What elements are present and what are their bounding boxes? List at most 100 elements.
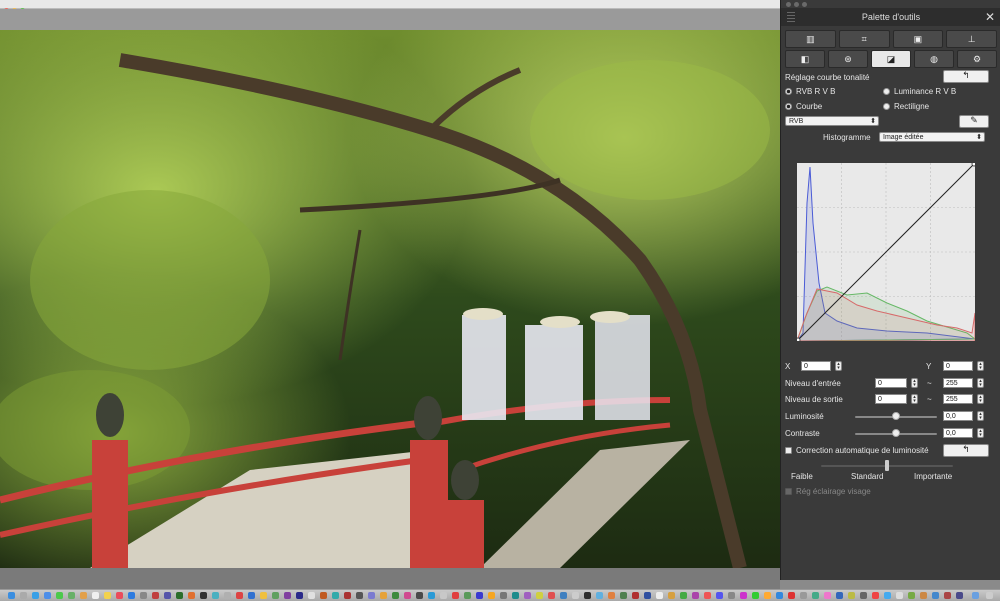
app-icon[interactable]: [776, 592, 783, 599]
app-icon[interactable]: [632, 592, 639, 599]
tool-tab-film[interactable]: ▥: [785, 30, 836, 48]
palette-traffic-lights[interactable]: [786, 0, 810, 7]
app-icon[interactable]: [848, 592, 855, 599]
app-icon[interactable]: [344, 592, 351, 599]
tool-tab-color[interactable]: ◍: [914, 50, 954, 68]
brightness-stepper[interactable]: ▴ ▾: [977, 411, 984, 421]
eyedropper-button[interactable]: ✎: [959, 115, 989, 128]
tool-tab-curve[interactable]: ◪: [871, 50, 911, 68]
output-level-low-stepper[interactable]: ▴ ▾: [911, 394, 918, 404]
music-icon[interactable]: [116, 592, 123, 599]
tool-tab-lens[interactable]: ⊛: [828, 50, 868, 68]
app-icon[interactable]: [332, 592, 339, 599]
app-icon[interactable]: [932, 592, 939, 599]
settings-icon[interactable]: [140, 592, 147, 599]
auto-strength-knob[interactable]: [885, 460, 889, 471]
app-icon[interactable]: [260, 592, 267, 599]
app-icon[interactable]: [716, 592, 723, 599]
app-icon[interactable]: [476, 592, 483, 599]
x-stepper[interactable]: ▴ ▾: [835, 361, 842, 371]
app-icon[interactable]: [704, 592, 711, 599]
app-icon[interactable]: [920, 592, 927, 599]
app-icon[interactable]: [320, 592, 327, 599]
y-field[interactable]: 0: [943, 361, 973, 371]
app-icon[interactable]: [680, 592, 687, 599]
app-icon[interactable]: [212, 592, 219, 599]
app-icon[interactable]: [536, 592, 543, 599]
auto-brightness-checkbox[interactable]: [785, 447, 792, 454]
app-icon[interactable]: [656, 592, 663, 599]
radio-linear[interactable]: Rectiligne: [883, 102, 929, 111]
app-icon[interactable]: [800, 592, 807, 599]
notes-icon[interactable]: [104, 592, 111, 599]
reset-curve-button[interactable]: ↰: [943, 70, 989, 83]
app-icon[interactable]: [464, 592, 471, 599]
app-icon[interactable]: [200, 592, 207, 599]
brightness-slider-knob[interactable]: [892, 412, 900, 420]
input-level-low-field[interactable]: 0: [875, 378, 907, 388]
channel-select[interactable]: RVB: [785, 116, 879, 127]
palette-titlebar[interactable]: Palette d'outils ✕: [781, 8, 1000, 26]
app-icon[interactable]: [956, 592, 963, 599]
app-icon[interactable]: [548, 592, 555, 599]
app-icon[interactable]: [908, 592, 915, 599]
app-icon[interactable]: [584, 592, 591, 599]
app-icon[interactable]: [284, 592, 291, 599]
app-icon[interactable]: [272, 592, 279, 599]
tool-tab-stamp[interactable]: ⊥: [946, 30, 997, 48]
app-icon[interactable]: [896, 592, 903, 599]
app-icon[interactable]: [524, 592, 531, 599]
app-icon[interactable]: [836, 592, 843, 599]
app-icon[interactable]: [428, 592, 435, 599]
app-icon[interactable]: [164, 592, 171, 599]
app-icon[interactable]: [152, 592, 159, 599]
app-icon[interactable]: [572, 592, 579, 599]
photo-canvas[interactable]: [0, 30, 780, 568]
output-level-high-stepper[interactable]: ▴ ▾: [977, 394, 984, 404]
app-icon[interactable]: [824, 592, 831, 599]
histogram-select[interactable]: Image éditée: [879, 132, 985, 143]
tone-curve-editor[interactable]: [795, 161, 977, 343]
downloads-icon[interactable]: [972, 592, 979, 599]
finder-icon[interactable]: [8, 592, 15, 599]
app-icon[interactable]: [596, 592, 603, 599]
app-icon[interactable]: [608, 592, 615, 599]
app-icon[interactable]: [740, 592, 747, 599]
mail-icon[interactable]: [44, 592, 51, 599]
app-icon[interactable]: [500, 592, 507, 599]
app-icon[interactable]: [452, 592, 459, 599]
app-icon[interactable]: [488, 592, 495, 599]
app-icon[interactable]: [788, 592, 795, 599]
app-icon[interactable]: [308, 592, 315, 599]
app-icon[interactable]: [188, 592, 195, 599]
app-icon[interactable]: [368, 592, 375, 599]
app-icon[interactable]: [668, 592, 675, 599]
app-icon[interactable]: [392, 592, 399, 599]
input-level-low-stepper[interactable]: ▴ ▾: [911, 378, 918, 388]
output-level-high-field[interactable]: 255: [943, 394, 973, 404]
app-icon[interactable]: [380, 592, 387, 599]
app-icon[interactable]: [236, 592, 243, 599]
contrast-field[interactable]: 0,0: [943, 428, 973, 438]
app-icon[interactable]: [728, 592, 735, 599]
curve-point-black[interactable]: [795, 337, 801, 343]
calendar-icon[interactable]: [92, 592, 99, 599]
trash-icon[interactable]: [986, 592, 993, 599]
app-icon[interactable]: [884, 592, 891, 599]
tool-tab-camera[interactable]: ▣: [892, 30, 944, 48]
close-icon[interactable]: ✕: [985, 10, 995, 24]
app-icon[interactable]: [872, 592, 879, 599]
app-icon[interactable]: [356, 592, 363, 599]
app-icon[interactable]: [860, 592, 867, 599]
tool-tab-settings[interactable]: ⚙: [957, 50, 997, 68]
contrast-slider-knob[interactable]: [892, 429, 900, 437]
app-icon[interactable]: [404, 592, 411, 599]
messages-icon[interactable]: [56, 592, 63, 599]
brightness-field[interactable]: 0,0: [943, 411, 973, 421]
radio-curve[interactable]: Courbe: [785, 102, 822, 111]
y-stepper[interactable]: ▴ ▾: [977, 361, 984, 371]
appstore-icon[interactable]: [128, 592, 135, 599]
app-icon[interactable]: [620, 592, 627, 599]
output-level-low-field[interactable]: 0: [875, 394, 907, 404]
input-level-high-field[interactable]: 255: [943, 378, 973, 388]
